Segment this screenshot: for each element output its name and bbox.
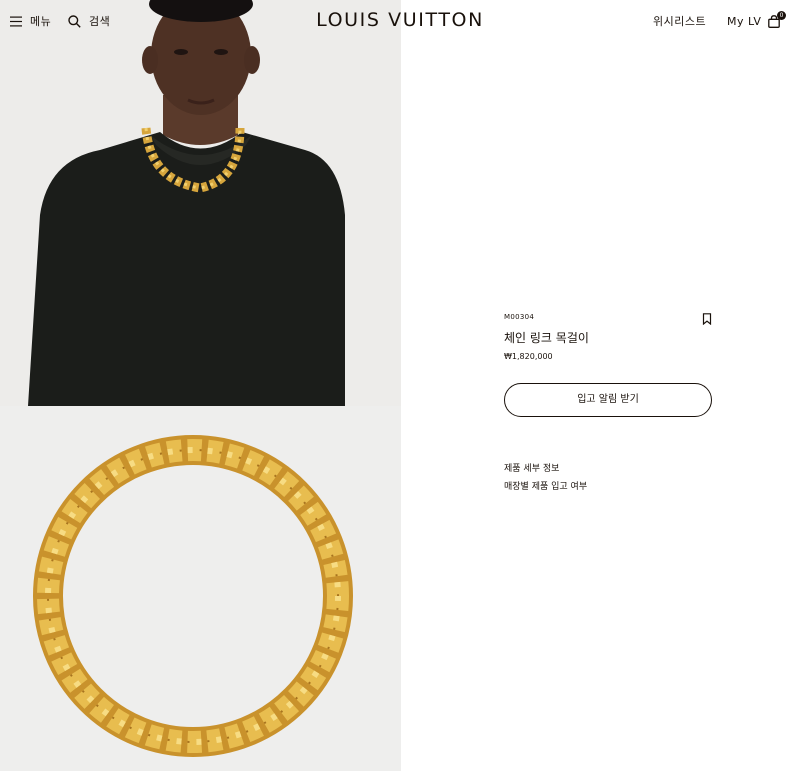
necklace-product-image[interactable] (0, 406, 401, 771)
product-sku: M00304 (504, 313, 535, 321)
product-page: 메뉴 검색 LOUIS VUITTON 위시리스트 My LV 0 M00304 (0, 0, 800, 771)
cart-button[interactable]: 0 (768, 11, 786, 30)
my-lv-label: My LV (727, 14, 762, 28)
product-info-panel: M00304 체인 링크 목걸이 ₩1,820,000 입고 알림 받기 제품 … (504, 310, 714, 492)
site-header: 메뉴 검색 LOUIS VUITTON 위시리스트 My LV 0 (0, 0, 800, 42)
my-lv-link[interactable]: My LV (727, 12, 761, 30)
model-photo (0, 0, 401, 406)
product-price: ₩1,820,000 (504, 352, 553, 361)
model-wearing-necklace-image[interactable] (0, 0, 401, 406)
wishlist-label: 위시리스트 (653, 15, 707, 28)
product-details-link[interactable]: 제품 세부 정보 (504, 461, 559, 474)
necklace-photo (0, 406, 401, 771)
notify-restock-button[interactable]: 입고 알림 받기 (504, 383, 712, 417)
store-availability-link[interactable]: 매장별 제품 입고 여부 (504, 479, 587, 492)
wishlist-link[interactable]: 위시리스트 (653, 12, 706, 30)
cart-count-badge: 0 (777, 11, 786, 20)
product-name: 체인 링크 목걸이 (504, 331, 589, 345)
bookmark-icon[interactable] (702, 313, 712, 325)
